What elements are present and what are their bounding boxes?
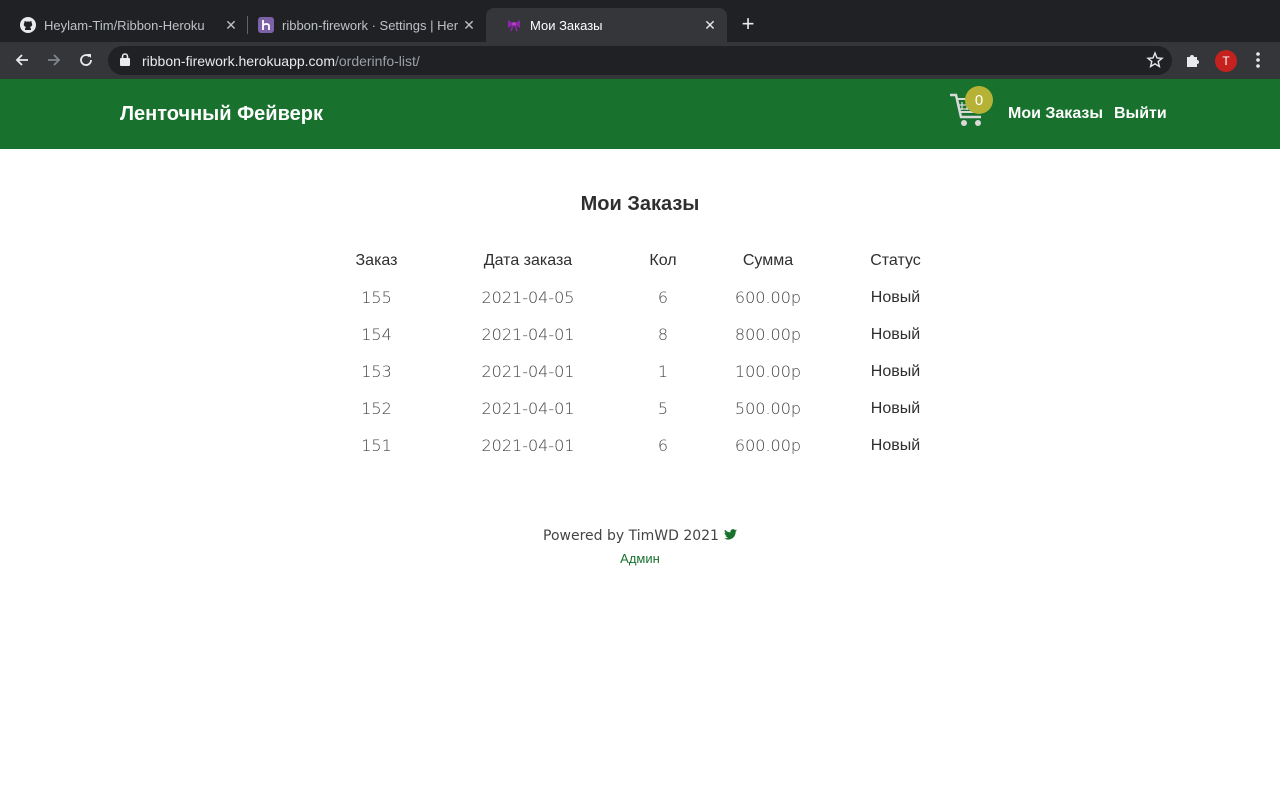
github-icon [20,17,36,33]
url-domain: ribbon-firework.herokuapp.com [142,53,335,69]
column-header-order: Заказ [355,251,398,269]
extensions-puzzle-icon[interactable] [1184,51,1202,74]
url-path: /orderinfo-list/ [334,53,420,69]
tab-my-orders[interactable]: Мои Заказы ✕ [486,8,727,42]
table-row: 151 2021-04-01 6 600.00р Новый [320,427,958,464]
tab-title: ribbon-firework · Settings | Her [282,17,459,33]
order-qty: 6 [657,436,669,455]
heroku-icon [258,17,274,33]
order-qty: 1 [657,362,669,381]
column-header-qty: Кол [649,251,677,269]
order-qty: 6 [657,288,669,307]
brand-logo-link[interactable]: Ленточный Фейверк [120,103,323,126]
table-header-row: Заказ Дата заказа Кол Сумма Статус [320,242,958,279]
order-date: 2021-04-01 [481,436,575,455]
powered-by-text: Powered by TimWD 2021 [543,528,719,544]
cart-count-badge: 0 [965,86,993,114]
table-row: 155 2021-04-05 6 600.00р Новый [320,279,958,316]
browser-toolbar: ribbon-firework.herokuapp.com/orderinfo-… [0,42,1280,79]
address-bar[interactable]: ribbon-firework.herokuapp.com/orderinfo-… [108,46,1172,75]
order-date: 2021-04-05 [481,288,575,307]
nav-my-orders-link[interactable]: Мои Заказы [1008,105,1103,123]
forward-icon[interactable] [42,48,66,72]
order-date: 2021-04-01 [481,399,575,418]
tab-title: Heylam-Tim/Ribbon-Heroku [44,17,205,33]
order-status: Новый [870,436,921,454]
column-header-status: Статус [870,251,921,269]
order-sum: 100.00р [734,362,802,381]
table-row: 153 2021-04-01 1 100.00р Новый [320,353,958,390]
nav-logout-link[interactable]: Выйти [1114,105,1167,123]
close-icon[interactable]: ✕ [460,16,478,34]
close-icon[interactable]: ✕ [701,16,719,34]
order-sum: 600.00р [734,436,802,455]
order-number: 152 [361,399,392,418]
reload-icon[interactable] [74,48,98,72]
order-number: 154 [361,325,392,344]
page-title: Мои Заказы [580,193,700,215]
column-header-date: Дата заказа [483,251,573,269]
order-number: 155 [361,288,392,307]
table-row: 152 2021-04-01 5 500.00р Новый [320,390,958,427]
orders-table: Заказ Дата заказа Кол Сумма Статус 155 2… [320,242,958,464]
order-number: 153 [361,362,392,381]
order-status: Новый [870,288,921,306]
ribbon-icon [506,17,522,33]
table-row: 154 2021-04-01 8 800.00р Новый [320,316,958,353]
twitter-icon[interactable] [723,528,737,544]
bookmark-star-icon[interactable] [1146,51,1164,74]
tab-heroku-settings[interactable]: ribbon-firework · Settings | Her ✕ [238,8,486,42]
url-text: ribbon-firework.herokuapp.com/orderinfo-… [142,53,420,69]
lock-icon [120,53,130,71]
tab-title: Мои Заказы [530,17,603,33]
tab-github[interactable]: Heylam-Tim/Ribbon-Heroku ✕ [0,8,248,42]
order-qty: 8 [657,325,669,344]
order-status: Новый [870,325,921,343]
new-tab-icon[interactable]: + [736,13,760,37]
order-sum: 500.00р [734,399,802,418]
order-date: 2021-04-01 [481,362,575,381]
order-status: Новый [870,362,921,380]
column-header-sum: Сумма [742,251,794,269]
footer-powered-by: Powered by TimWD 2021 [543,528,737,544]
browser-tabstrip: Heylam-Tim/Ribbon-Heroku ✕ ribbon-firewo… [0,0,1280,42]
admin-link[interactable]: Админ [0,551,1280,566]
back-icon[interactable] [10,48,34,72]
order-status: Новый [870,399,921,417]
order-sum: 800.00р [734,325,802,344]
order-date: 2021-04-01 [481,325,575,344]
order-sum: 600.00р [734,288,802,307]
order-number: 151 [361,436,392,455]
menu-dots-icon[interactable] [1250,51,1266,74]
footer: Powered by TimWD 2021 Админ [0,527,1280,566]
site-header: Ленточный Фейверк Мои Заказы Выйти [0,79,1280,149]
order-qty: 5 [657,399,669,418]
profile-avatar[interactable]: T [1215,50,1237,72]
